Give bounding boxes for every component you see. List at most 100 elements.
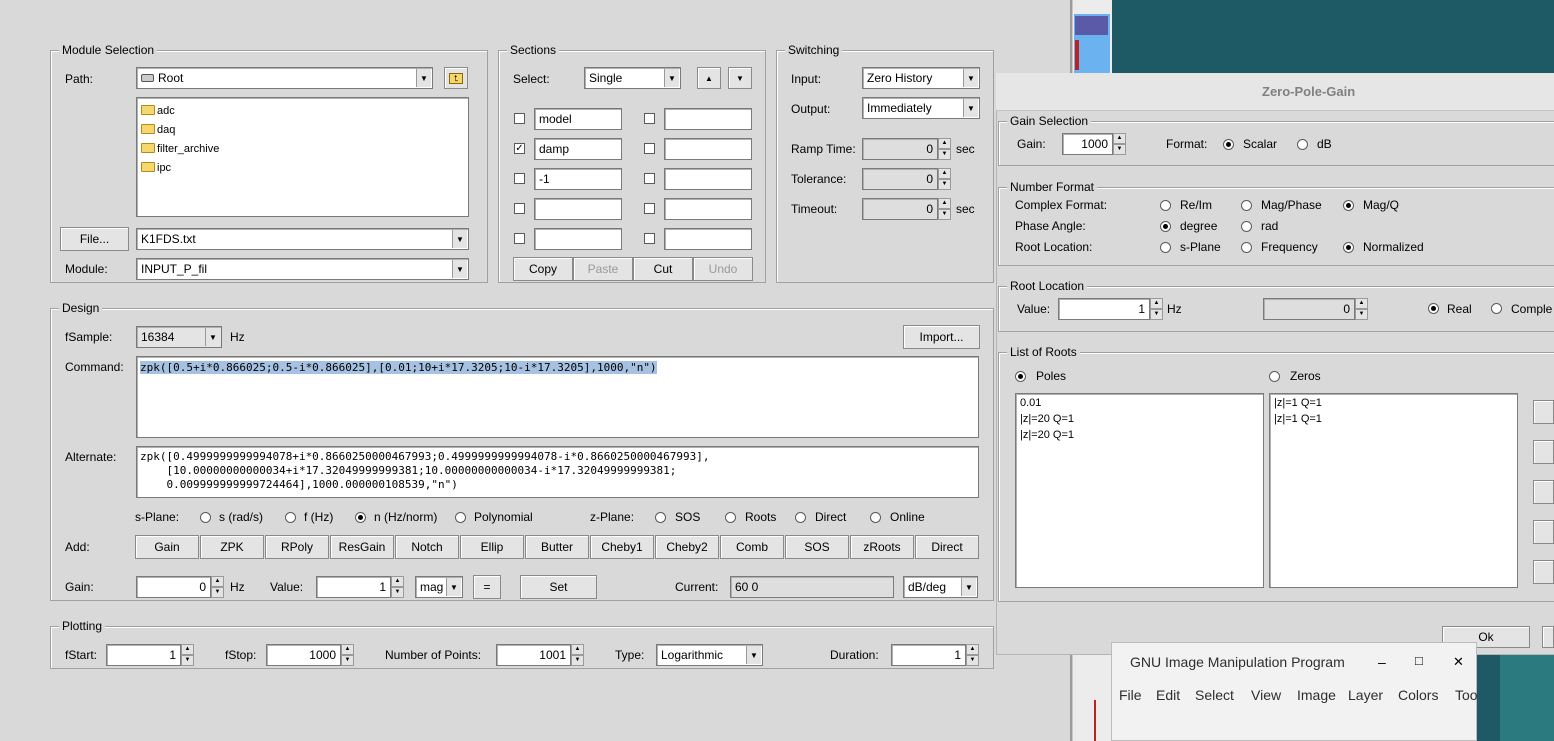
gimp-menu-colors[interactable]: Colors bbox=[1398, 687, 1438, 703]
spin-up-icon[interactable]: ▲ bbox=[966, 644, 979, 655]
folder-up-button[interactable]: ⮤ bbox=[444, 67, 468, 89]
add-notch-button[interactable]: Notch bbox=[395, 535, 459, 559]
spin-down-icon[interactable]: ▼ bbox=[1113, 144, 1126, 155]
section-checkbox[interactable] bbox=[514, 113, 525, 124]
add-comb-button[interactable]: Comb bbox=[720, 535, 784, 559]
paste-button[interactable]: Paste bbox=[573, 257, 633, 281]
gimp-menu-image[interactable]: Image bbox=[1297, 687, 1336, 703]
spin-up-icon[interactable]: ▲ bbox=[181, 644, 194, 655]
add-resgain-button[interactable]: ResGain bbox=[330, 535, 394, 559]
list-item[interactable]: 0.01 bbox=[1020, 397, 1041, 409]
section-checkbox[interactable] bbox=[514, 173, 525, 184]
minimize-icon[interactable]: – bbox=[1378, 654, 1386, 670]
spin-down-icon[interactable]: ▼ bbox=[211, 587, 224, 598]
splane-radio-f[interactable] bbox=[285, 512, 296, 523]
format-radio-db[interactable] bbox=[1297, 139, 1308, 150]
fstart-stepper[interactable]: 1 ▲ ▼ bbox=[106, 644, 194, 666]
section-name-field[interactable] bbox=[664, 138, 752, 160]
section-checkbox[interactable] bbox=[644, 203, 655, 214]
list-item[interactable]: ipc bbox=[141, 162, 171, 174]
gain-stepper[interactable]: 0 ▲ ▼ bbox=[136, 576, 224, 598]
add-zpk-button[interactable]: ZPK bbox=[200, 535, 264, 559]
list-item[interactable]: |z|=1 Q=1 bbox=[1274, 397, 1322, 409]
undo-button[interactable]: Undo bbox=[693, 257, 753, 281]
section-name-field[interactable]: -1 bbox=[534, 168, 622, 190]
spin-up-icon[interactable]: ▲ bbox=[341, 644, 354, 655]
section-name-field[interactable] bbox=[664, 108, 752, 130]
root-value-stepper[interactable]: 1 ▲ ▼ bbox=[1058, 298, 1163, 320]
zplane-radio-direct[interactable] bbox=[795, 512, 806, 523]
gimp-menu-view[interactable]: View bbox=[1251, 687, 1281, 703]
root-radio-real[interactable] bbox=[1428, 303, 1439, 314]
spin-down-icon[interactable]: ▼ bbox=[938, 149, 951, 160]
section-down-button[interactable]: ▼ bbox=[728, 67, 752, 89]
poles-list[interactable]: 0.01 |z|=20 Q=1 |z|=20 Q=1 bbox=[1015, 393, 1264, 588]
spin-down-icon[interactable]: ▼ bbox=[1150, 309, 1163, 320]
section-name-field[interactable] bbox=[534, 198, 622, 220]
spin-down-icon[interactable]: ▼ bbox=[391, 587, 404, 598]
complex-radio-magphase[interactable] bbox=[1241, 200, 1252, 211]
equals-button[interactable]: = bbox=[473, 575, 501, 599]
zplane-radio-roots[interactable] bbox=[725, 512, 736, 523]
duration-stepper[interactable]: 1 ▲ ▼ bbox=[891, 644, 979, 666]
list-item[interactable]: |z|=20 Q=1 bbox=[1020, 413, 1074, 425]
tolerance-stepper[interactable]: 0 ▲ ▼ bbox=[862, 168, 951, 190]
section-up-button[interactable]: ▲ bbox=[697, 67, 721, 89]
root-radio-splane[interactable] bbox=[1160, 242, 1171, 253]
roots-side-button[interactable] bbox=[1533, 560, 1554, 584]
section-checkbox[interactable]: ✓ bbox=[514, 143, 525, 154]
zplane-radio-online[interactable] bbox=[870, 512, 881, 523]
roots-side-button[interactable] bbox=[1533, 440, 1554, 464]
zeros-radio[interactable] bbox=[1269, 371, 1280, 382]
complex-radio-magq[interactable] bbox=[1343, 200, 1354, 211]
spin-down-icon[interactable]: ▼ bbox=[181, 655, 194, 666]
spin-up-icon[interactable]: ▲ bbox=[1150, 298, 1163, 309]
spin-down-icon[interactable]: ▼ bbox=[1355, 309, 1368, 320]
timeout-stepper[interactable]: 0 ▲ ▼ bbox=[862, 198, 951, 220]
spin-down-icon[interactable]: ▼ bbox=[966, 655, 979, 666]
path-combo[interactable]: Root ▼ bbox=[136, 67, 433, 89]
section-checkbox[interactable] bbox=[644, 173, 655, 184]
spin-down-icon[interactable]: ▼ bbox=[938, 209, 951, 220]
section-name-field[interactable]: damp bbox=[534, 138, 622, 160]
add-ellip-button[interactable]: Ellip bbox=[460, 535, 524, 559]
section-checkbox[interactable] bbox=[644, 143, 655, 154]
spin-up-icon[interactable]: ▲ bbox=[938, 198, 951, 209]
complex-radio-reim[interactable] bbox=[1160, 200, 1171, 211]
list-item[interactable]: |z|=1 Q=1 bbox=[1274, 413, 1322, 425]
cut-button[interactable]: Cut bbox=[633, 257, 693, 281]
add-butter-button[interactable]: Butter bbox=[525, 535, 589, 559]
root-radio-normalized[interactable] bbox=[1343, 242, 1354, 253]
gimp-menu-layer[interactable]: Layer bbox=[1348, 687, 1383, 703]
spin-up-icon[interactable]: ▲ bbox=[211, 576, 224, 587]
roots-side-button[interactable] bbox=[1533, 400, 1554, 424]
section-checkbox[interactable] bbox=[514, 203, 525, 214]
close-icon[interactable]: ✕ bbox=[1453, 654, 1464, 670]
section-name-field[interactable] bbox=[664, 228, 752, 250]
type-combo[interactable]: Logarithmic ▼ bbox=[656, 644, 763, 666]
root-second-stepper[interactable]: 0 ▲ ▼ bbox=[1263, 298, 1368, 320]
file-button[interactable]: File... bbox=[60, 227, 129, 251]
format-radio-scalar[interactable] bbox=[1223, 139, 1234, 150]
roots-side-button[interactable] bbox=[1533, 520, 1554, 544]
file-combo[interactable]: K1FDS.txt ▼ bbox=[136, 228, 469, 250]
alternate-field[interactable]: zpk([0.4999999999994078+i*0.866025000046… bbox=[136, 446, 979, 498]
spin-up-icon[interactable]: ▲ bbox=[938, 168, 951, 179]
splane-radio-s[interactable] bbox=[200, 512, 211, 523]
add-direct-button[interactable]: Direct bbox=[915, 535, 979, 559]
splane-radio-n[interactable] bbox=[355, 512, 366, 523]
section-name-field[interactable] bbox=[664, 168, 752, 190]
spin-up-icon[interactable]: ▲ bbox=[571, 644, 584, 655]
spin-up-icon[interactable]: ▲ bbox=[391, 576, 404, 587]
root-radio-frequency[interactable] bbox=[1241, 242, 1252, 253]
mag-combo[interactable]: mag ▼ bbox=[415, 576, 463, 598]
root-radio-complex[interactable] bbox=[1491, 303, 1502, 314]
ramp-time-stepper[interactable]: 0 ▲ ▼ bbox=[862, 138, 951, 160]
unit-combo[interactable]: dB/deg ▼ bbox=[903, 576, 978, 598]
spin-down-icon[interactable]: ▼ bbox=[341, 655, 354, 666]
phase-radio-degree[interactable] bbox=[1160, 221, 1171, 232]
gimp-menu-too[interactable]: Too bbox=[1455, 687, 1478, 703]
copy-button[interactable]: Copy bbox=[513, 257, 573, 281]
section-name-field[interactable] bbox=[534, 228, 622, 250]
spin-up-icon[interactable]: ▲ bbox=[1355, 298, 1368, 309]
